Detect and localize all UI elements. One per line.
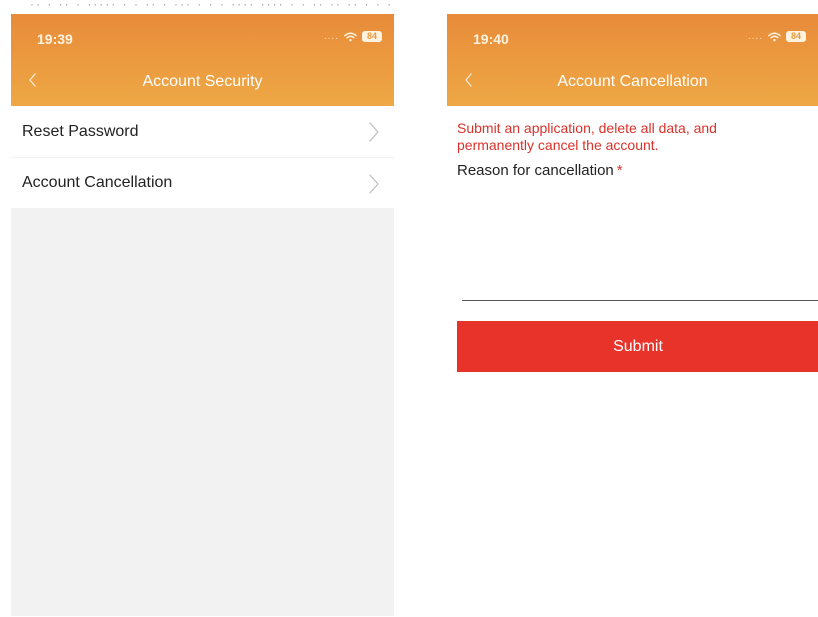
signal-dots: ....	[747, 31, 763, 42]
signal-dots: ....	[323, 31, 339, 42]
battery-icon: 84	[786, 31, 806, 42]
required-mark: *	[616, 162, 623, 179]
wifi-icon	[768, 32, 781, 41]
page-title: Account Cancellation	[557, 73, 708, 90]
battery-icon: 84	[362, 31, 382, 42]
status-time: 19:40	[473, 31, 509, 47]
status-time: 19:39	[37, 31, 73, 47]
menu-item-label: Reset Password	[22, 122, 139, 140]
cancellation-notice: Submit an application, delete all data, …	[457, 120, 717, 153]
wifi-icon	[344, 32, 357, 41]
chevron-right-icon	[369, 122, 379, 142]
security-menu: Reset Password Account Cancellation	[11, 106, 394, 208]
account-security-screen: 19:39 .... 84 Account Security Reset Pas…	[11, 14, 394, 616]
cropped-text-strip: ·· · ·· · ····· · · ·· · ··· · · · ···· …	[30, 0, 394, 11]
submit-button[interactable]: Submit	[457, 321, 818, 372]
status-icons: .... 84	[324, 31, 382, 42]
cancellation-form: Submit an application, delete all data, …	[447, 106, 818, 372]
page-title: Account Security	[142, 73, 263, 90]
menu-item-account-cancellation[interactable]: Account Cancellation	[11, 157, 394, 208]
app-header: 19:40 .... 84 Account Cancellation	[447, 14, 818, 106]
menu-item-reset-password[interactable]: Reset Password	[11, 106, 394, 157]
reason-input[interactable]	[462, 187, 818, 301]
reason-label: Reason for cancellation *	[457, 162, 818, 179]
status-icons: .... 84	[748, 31, 806, 42]
reason-label-text: Reason for cancellation	[457, 162, 614, 179]
account-cancellation-screen: 19:40 .... 84 Account Cancellation Submi…	[447, 14, 818, 616]
menu-item-label: Account Cancellation	[22, 174, 173, 191]
stage: ·· · ·· · ····· · · ·· · ··· · · · ···· …	[0, 0, 818, 617]
app-header: 19:39 .... 84 Account Security	[11, 14, 394, 106]
chevron-right-icon	[369, 174, 379, 194]
